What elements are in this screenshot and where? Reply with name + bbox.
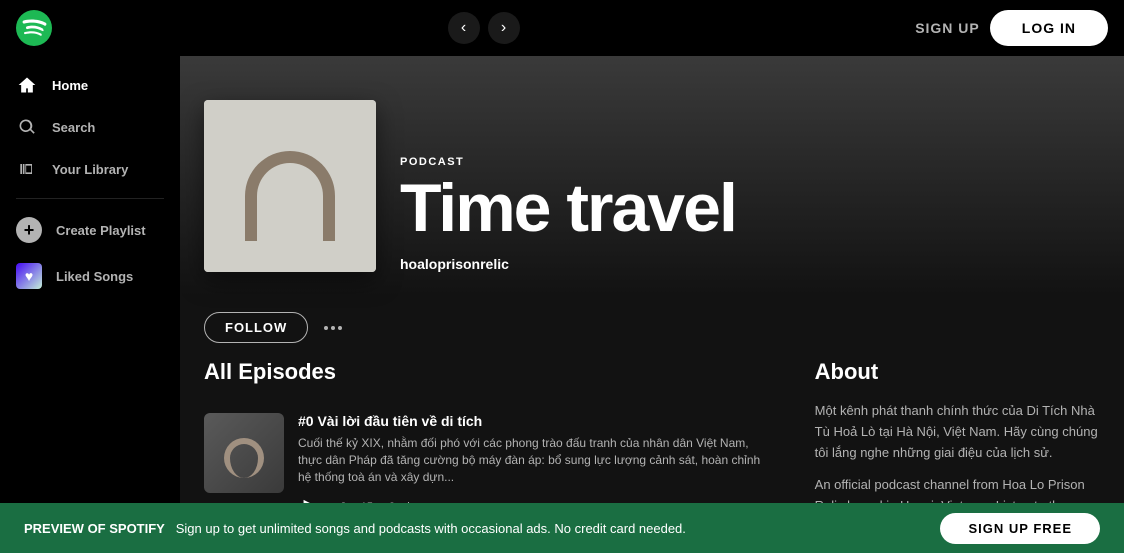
back-button[interactable]: ‹ <box>448 12 480 44</box>
podcast-title: Time travel <box>400 174 1100 242</box>
about-paragraph-1: Một kênh phát thanh chính thức của Di Tí… <box>815 401 1100 463</box>
create-playlist-icon: + <box>16 217 42 243</box>
spotify-logo <box>16 10 52 46</box>
episodes-section: All Episodes #0 Vài lời đầu tiên về di t… <box>204 359 815 503</box>
about-section: About Một kênh phát thanh chính thức của… <box>815 359 1100 503</box>
preview-label: PREVIEW OF SPOTIFY <box>24 521 165 536</box>
content-area: PODCAST Time travel hoaloprisonrelic FOL… <box>180 56 1124 503</box>
episode-thumb-art-1 <box>204 413 284 493</box>
search-label: Search <box>52 120 95 135</box>
episodes-about-layout: All Episodes #0 Vài lời đầu tiên về di t… <box>180 359 1124 503</box>
sign-up-free-button[interactable]: SIGN UP FREE <box>940 513 1100 544</box>
thumb-arch <box>224 438 264 478</box>
episode-content: #0 Vài lời đầu tiên về di tích Cuối thế … <box>298 413 775 503</box>
sidebar-item-home[interactable]: Home <box>0 64 180 106</box>
episode-thumbnail <box>204 413 284 493</box>
podcast-type-label: PODCAST <box>400 156 1100 168</box>
episode-title: #0 Vài lời đầu tiên về di tích <box>298 413 775 429</box>
action-bar: FOLLOW <box>180 296 1124 359</box>
follow-button[interactable]: FOLLOW <box>204 312 308 343</box>
episode-item[interactable]: #0 Vài lời đầu tiên về di tích Cuối thế … <box>204 401 775 503</box>
log-in-button[interactable]: LOG IN <box>990 10 1108 46</box>
more-options-button[interactable] <box>324 326 342 330</box>
sign-up-button[interactable]: SIGN UP <box>915 20 980 36</box>
podcast-cover-art <box>204 100 376 272</box>
home-label: Home <box>52 78 88 93</box>
podcast-hero: PODCAST Time travel hoaloprisonrelic <box>180 56 1124 296</box>
top-bar: ‹ › SIGN UP LOG IN <box>0 0 1124 56</box>
podcast-author: hoaloprisonrelic <box>400 256 1100 272</box>
create-playlist-label: Create Playlist <box>56 223 146 238</box>
main-layout: Home Search Your Library + Create Playli… <box>0 56 1124 503</box>
sidebar-item-liked-songs[interactable]: ♥ Liked Songs <box>0 253 180 299</box>
arch-decoration <box>245 151 335 241</box>
dot1 <box>324 326 328 330</box>
sidebar-item-library[interactable]: Your Library <box>0 148 180 190</box>
sidebar: Home Search Your Library + Create Playli… <box>0 56 180 503</box>
sidebar-item-create-playlist[interactable]: + Create Playlist <box>0 207 180 253</box>
episodes-section-title: All Episodes <box>204 359 775 385</box>
dot2 <box>331 326 335 330</box>
about-section-title: About <box>815 359 1100 385</box>
search-icon <box>16 116 38 138</box>
library-icon <box>16 158 38 180</box>
forward-button[interactable]: › <box>488 12 520 44</box>
auth-controls: SIGN UP LOG IN <box>915 10 1108 46</box>
podcast-cover <box>204 100 376 272</box>
play-button[interactable]: ▶ <box>298 493 326 503</box>
episode-description: Cuối thế kỷ XIX, nhằm đối phó với các ph… <box>298 435 775 485</box>
preview-text: PREVIEW OF SPOTIFY Sign up to get unlimi… <box>24 521 686 536</box>
sidebar-divider <box>16 198 164 199</box>
liked-songs-icon: ♥ <box>16 263 42 289</box>
sidebar-item-search[interactable]: Search <box>0 106 180 148</box>
preview-body: Sign up to get unlimited songs and podca… <box>176 521 686 536</box>
home-icon <box>16 74 38 96</box>
liked-songs-label: Liked Songs <box>56 269 133 284</box>
library-label: Your Library <box>52 162 128 177</box>
about-paragraph-2: An official podcast channel from Hoa Lo … <box>815 475 1100 503</box>
nav-controls: ‹ › <box>448 12 520 44</box>
episode-meta: ▶ Jun 15 · 2 min <box>298 493 775 503</box>
preview-bar: PREVIEW OF SPOTIFY Sign up to get unlimi… <box>0 503 1124 553</box>
podcast-info: PODCAST Time travel hoaloprisonrelic <box>400 156 1100 272</box>
dot3 <box>338 326 342 330</box>
